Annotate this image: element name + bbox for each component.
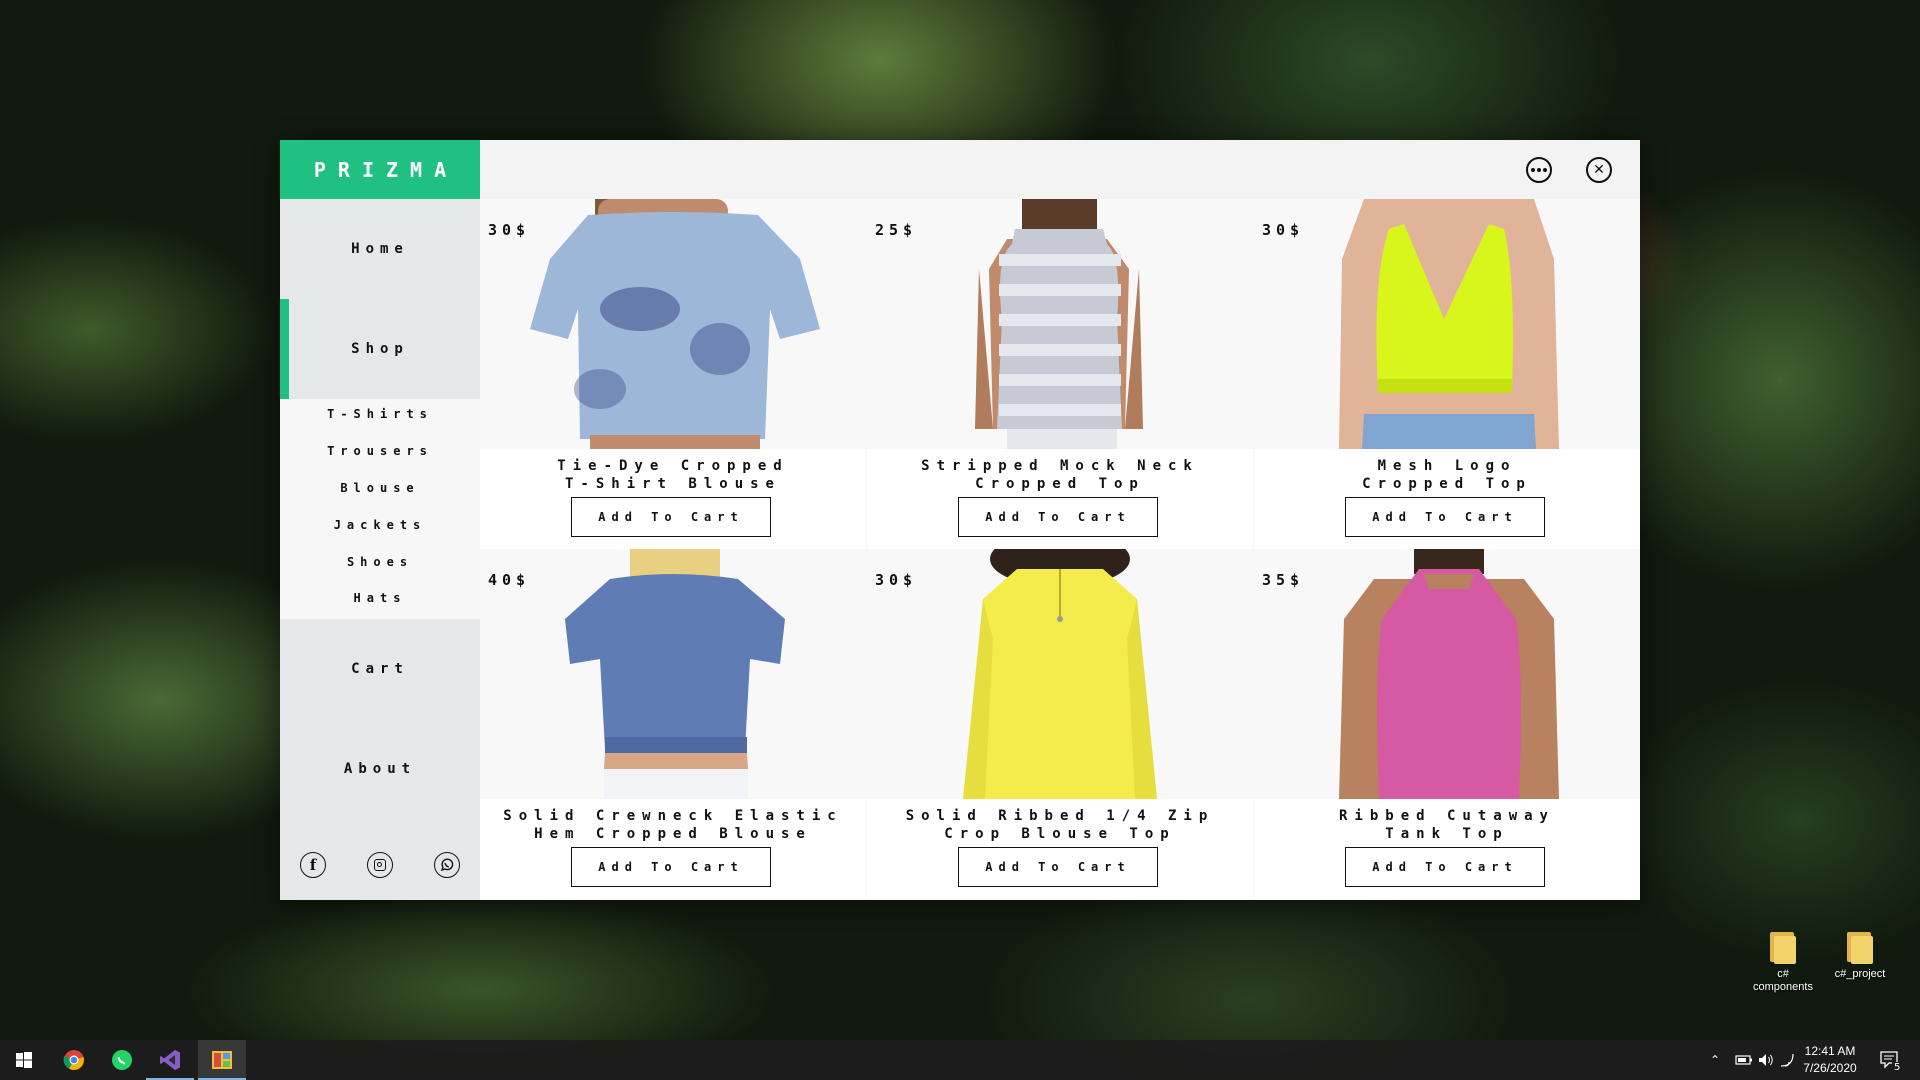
product-image: 30$ (480, 199, 866, 449)
price-label: 40$ (488, 571, 531, 589)
nav-about-label: About (343, 761, 417, 777)
price-label: 30$ (1262, 221, 1305, 239)
show-hidden-icons[interactable]: ⌃ (1710, 1040, 1720, 1080)
folder-icon (1768, 930, 1798, 964)
taskbar: ⌃ 12:41 AM 7/26/2020 5 (0, 1040, 1920, 1080)
product-card: 40$ Solid Crewneck Elastic Hem Cropped B… (480, 549, 866, 899)
price-label: 30$ (875, 571, 918, 589)
nav-shop[interactable]: Shop (280, 299, 480, 399)
desktop-icon-label: c# (1777, 968, 1789, 980)
chrome-icon[interactable] (50, 1040, 98, 1080)
submenu-shoes[interactable]: Shoes (280, 552, 480, 572)
shop-submenu: T-Shirts Trousers Blouse Jackets Shoes H… (280, 399, 480, 619)
nav-cart[interactable]: Cart (280, 619, 480, 719)
product-card: 30$ Solid Ribbed 1/4 Zip Crop Blouse Top… (867, 549, 1253, 899)
product-info: Ribbed Cutaway Tank Top Add To Cart (1254, 799, 1640, 899)
product-info: Stripped Mock Neck Cropped Top Add To Ca… (867, 449, 1253, 549)
facebook-icon[interactable]: f (300, 852, 326, 878)
product-image: 30$ (867, 549, 1253, 799)
product-name-line: Hem Cropped Blouse (534, 826, 812, 842)
product-card: 35$ Ribbed Cutaway Tank Top Add To Cart (1254, 549, 1640, 899)
nav-shop-label: Shop (351, 341, 409, 357)
submenu-hats[interactable]: Hats (280, 588, 480, 608)
product-name: Mesh Logo Cropped Top (1254, 457, 1640, 493)
whatsapp-app-icon[interactable] (98, 1040, 146, 1080)
app-window: PRIZMA ✕ Home Shop T-Shirts Trousers Blo… (280, 140, 1640, 900)
nav-cart-label: Cart (351, 661, 409, 677)
desktop-icon-label: c#_project (1834, 968, 1886, 980)
battery-icon[interactable] (1735, 1040, 1753, 1080)
notification-center[interactable]: 5 (1880, 1040, 1903, 1080)
product-name-line: Tie-Dye Cropped (557, 458, 789, 474)
product-name-line: Cropped Top (1362, 476, 1532, 492)
product-name: Tie-Dye Cropped T-Shirt Blouse (480, 457, 866, 493)
product-info: Solid Crewneck Elastic Hem Cropped Blous… (480, 799, 866, 899)
notification-count: 5 (1892, 1062, 1903, 1073)
add-to-cart-button[interactable]: Add To Cart (571, 497, 771, 537)
folder-icon (1845, 930, 1875, 964)
nav-home[interactable]: Home (280, 199, 480, 299)
product-info: Solid Ribbed 1/4 Zip Crop Blouse Top Add… (867, 799, 1253, 899)
product-name-line: Crop Blouse Top (944, 826, 1176, 842)
price-label: 30$ (488, 221, 531, 239)
product-image: 40$ (480, 549, 866, 799)
close-button[interactable]: ✕ (1586, 157, 1612, 183)
add-to-cart-button[interactable]: Add To Cart (1345, 497, 1545, 537)
whatsapp-icon[interactable] (434, 852, 460, 878)
add-to-cart-button[interactable]: Add To Cart (1345, 847, 1545, 887)
desktop-icon-label: components (1753, 981, 1813, 993)
product-card: 25$ Stripped Mock Neck Cropped Top Add T… (867, 199, 1253, 549)
product-name-line: Stripped Mock Neck (921, 458, 1199, 474)
instagram-icon[interactable] (367, 852, 393, 878)
submenu-trousers[interactable]: Trousers (280, 441, 480, 461)
nav-about[interactable]: About (280, 719, 480, 819)
product-image: 25$ (867, 199, 1253, 449)
winforms-app-icon[interactable] (198, 1040, 246, 1080)
clock-date: 7/26/2020 (1803, 1061, 1857, 1075)
close-icon: ✕ (1593, 162, 1605, 178)
product-name-line: Ribbed Cutaway (1338, 808, 1555, 824)
product-info: Tie-Dye Cropped T-Shirt Blouse Add To Ca… (480, 449, 866, 549)
sidebar: Home Shop T-Shirts Trousers Blouse Jacke… (280, 199, 480, 900)
product-name-line: Solid Ribbed 1/4 Zip (905, 808, 1215, 824)
desktop-folder-project[interactable]: c#_project (1825, 930, 1895, 981)
add-to-cart-button[interactable]: Add To Cart (571, 847, 771, 887)
product-card: 30$ Tie-Dye Cropped T-Shirt Blouse Add T… (480, 199, 866, 549)
product-name-line: Mesh Logo (1377, 458, 1517, 474)
active-indicator (280, 299, 289, 399)
product-image: 30$ (1254, 199, 1640, 449)
title-bar: ✕ (480, 140, 1640, 199)
more-button[interactable] (1526, 157, 1552, 183)
more-icon (1531, 168, 1547, 172)
desktop-folder-components[interactable]: c# components (1748, 930, 1818, 994)
submenu-tshirts[interactable]: T-Shirts (280, 404, 480, 424)
add-to-cart-button[interactable]: Add To Cart (958, 847, 1158, 887)
price-label: 25$ (875, 221, 918, 239)
submenu-blouse[interactable]: Blouse (280, 478, 480, 498)
visual-studio-icon[interactable] (146, 1040, 194, 1080)
product-name-line: Cropped Top (975, 476, 1145, 492)
nav-home-label: Home (351, 241, 409, 257)
system-clock[interactable]: 12:41 AM 7/26/2020 (1800, 1043, 1860, 1077)
submenu-jackets[interactable]: Jackets (280, 515, 480, 535)
product-name-line: Tank Top (1385, 826, 1509, 842)
product-info: Mesh Logo Cropped Top Add To Cart (1254, 449, 1640, 549)
price-label: 35$ (1262, 571, 1305, 589)
clock-time: 12:41 AM (1804, 1044, 1856, 1058)
product-name: Solid Ribbed 1/4 Zip Crop Blouse Top (867, 807, 1253, 843)
product-card: 30$ Mesh Logo Cropped Top Add To Cart (1254, 199, 1640, 549)
product-name: Ribbed Cutaway Tank Top (1254, 807, 1640, 843)
product-name-line: T-Shirt Blouse (564, 476, 781, 492)
app-logo: PRIZMA (280, 140, 480, 199)
chevron-up-icon: ⌃ (1710, 1053, 1721, 1067)
product-name-line: Solid Crewneck Elastic (503, 808, 843, 824)
wifi-icon[interactable] (1780, 1040, 1794, 1080)
volume-icon[interactable] (1758, 1040, 1774, 1080)
product-image: 35$ (1254, 549, 1640, 799)
windows-start-icon[interactable] (0, 1040, 48, 1080)
product-name: Stripped Mock Neck Cropped Top (867, 457, 1253, 493)
add-to-cart-button[interactable]: Add To Cart (958, 497, 1158, 537)
product-name: Solid Crewneck Elastic Hem Cropped Blous… (480, 807, 866, 843)
